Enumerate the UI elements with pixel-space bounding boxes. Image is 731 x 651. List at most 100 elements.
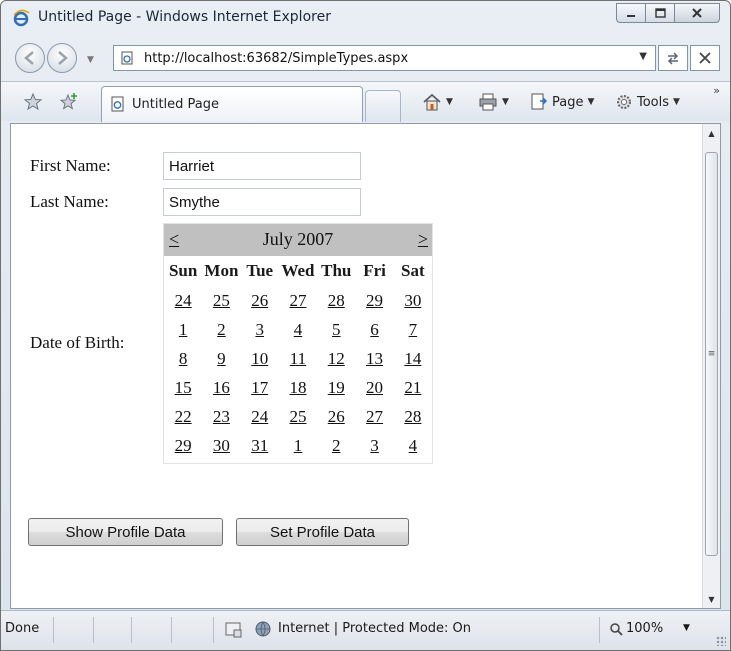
- tab-untitled-page[interactable]: Untitled Page: [101, 86, 363, 122]
- maximize-button[interactable]: [645, 3, 674, 23]
- scrollbar-thumb[interactable]: ≡: [705, 152, 718, 556]
- calendar-day-link[interactable]: 29: [175, 436, 192, 455]
- calendar-day-link[interactable]: 27: [366, 407, 383, 426]
- resize-grip[interactable]: [716, 636, 726, 646]
- calendar-day-link[interactable]: 1: [294, 436, 303, 455]
- close-window-button[interactable]: [674, 3, 720, 23]
- add-favorites-icon[interactable]: [59, 92, 79, 112]
- status-divider: [171, 617, 172, 643]
- calendar-day-link[interactable]: 27: [289, 291, 306, 310]
- calendar-day-link[interactable]: 1: [179, 320, 188, 339]
- calendar-day-link[interactable]: 26: [251, 291, 268, 310]
- calendar-day-link[interactable]: 11: [290, 349, 306, 368]
- calendar-day-link[interactable]: 18: [289, 378, 306, 397]
- calendar-week-row: 8 9 10 11 12 13 14: [164, 344, 432, 373]
- calendar-day-link[interactable]: 9: [217, 349, 226, 368]
- calendar-day-link[interactable]: 24: [251, 407, 268, 426]
- calendar-day-link[interactable]: 19: [328, 378, 345, 397]
- close-icon: [692, 8, 702, 18]
- home-dropdown-icon[interactable]: ▼: [446, 97, 453, 107]
- stop-button[interactable]: [690, 45, 720, 71]
- calendar-day-link[interactable]: 23: [213, 407, 230, 426]
- calendar-next-month-link[interactable]: >: [418, 229, 428, 250]
- address-dropdown-icon[interactable]: ▼: [639, 51, 647, 62]
- navigation-bar: ▼ http://localhost:63682/SimpleTypes.asp…: [1, 37, 730, 79]
- forward-button[interactable]: [47, 43, 77, 73]
- recent-pages-dropdown-icon[interactable]: ▼: [87, 55, 94, 65]
- calendar-day-link[interactable]: 7: [409, 320, 418, 339]
- zoom-control[interactable]: 100%: [609, 621, 663, 636]
- calendar-day-link[interactable]: 20: [366, 378, 383, 397]
- calendar-day-link[interactable]: 24: [175, 291, 192, 310]
- home-button[interactable]: ▼: [422, 91, 453, 113]
- calendar-day-link[interactable]: 16: [213, 378, 230, 397]
- zoom-dropdown-icon[interactable]: ▼: [683, 623, 690, 633]
- protected-mode-icon[interactable]: [225, 621, 243, 639]
- more-commands-chevron-icon[interactable]: »: [713, 84, 720, 97]
- new-tab-button[interactable]: [365, 90, 401, 122]
- calendar-day-link[interactable]: 4: [294, 320, 303, 339]
- browser-window: Untitled Page - Windows Internet Explore…: [0, 0, 731, 651]
- calendar-day-link[interactable]: 8: [179, 349, 188, 368]
- favorites-star-icon[interactable]: [23, 92, 43, 112]
- security-zone-text[interactable]: Internet | Protected Mode: On: [278, 621, 471, 636]
- calendar-day-link[interactable]: 26: [328, 407, 345, 426]
- last-name-input[interactable]: [163, 188, 361, 216]
- calendar-day-link[interactable]: 28: [404, 407, 421, 426]
- calendar-day-link[interactable]: 15: [175, 378, 192, 397]
- calendar-day-link[interactable]: 3: [255, 320, 264, 339]
- print-button[interactable]: ▼: [478, 91, 509, 113]
- calendar-day-link[interactable]: 31: [251, 436, 268, 455]
- calendar-day-link[interactable]: 5: [332, 320, 341, 339]
- day-header: Sun: [168, 261, 198, 280]
- address-bar[interactable]: http://localhost:63682/SimpleTypes.aspx …: [113, 45, 656, 71]
- calendar-day-link[interactable]: 22: [175, 407, 192, 426]
- calendar-day-link[interactable]: 6: [370, 320, 379, 339]
- internet-globe-icon: [255, 621, 271, 637]
- address-url: http://localhost:63682/SimpleTypes.aspx: [144, 51, 409, 66]
- page-dropdown-icon: ▼: [587, 97, 595, 107]
- first-name-input[interactable]: [163, 152, 361, 180]
- calendar-day-link[interactable]: 21: [404, 378, 421, 397]
- status-divider: [93, 617, 94, 643]
- scroll-up-arrow-icon[interactable]: ▲: [703, 124, 720, 142]
- gear-icon: [617, 95, 631, 109]
- calendar-day-link[interactable]: 3: [370, 436, 379, 455]
- calendar-week-row: 29 30 31 1 2 3 4: [164, 431, 432, 460]
- calendar-day-link[interactable]: 17: [251, 378, 268, 397]
- page-icon: [121, 51, 133, 65]
- day-header: Wed: [281, 261, 315, 280]
- minimize-button[interactable]: [616, 3, 645, 23]
- calendar-day-link[interactable]: 30: [213, 436, 230, 455]
- page-menu-icon: [531, 93, 548, 110]
- calendar-day-link[interactable]: 28: [328, 291, 345, 310]
- scroll-down-arrow-icon[interactable]: ▼: [703, 590, 720, 608]
- calendar-week-row: 15 16 17 18 19 20 21: [164, 373, 432, 402]
- show-profile-data-button[interactable]: Show Profile Data: [28, 518, 223, 546]
- calendar-day-link[interactable]: 29: [366, 291, 383, 310]
- calendar-day-link[interactable]: 2: [332, 436, 341, 455]
- refresh-button[interactable]: [658, 45, 688, 71]
- calendar-week-row: 24 25 26 27 28 29 30: [164, 286, 432, 315]
- tools-menu[interactable]: Tools ▼: [615, 91, 680, 113]
- page-icon: [111, 96, 124, 112]
- calendar-day-link[interactable]: 4: [409, 436, 418, 455]
- page-menu[interactable]: Page ▼: [530, 91, 594, 113]
- title-bar: Untitled Page - Windows Internet Explore…: [1, 1, 730, 35]
- calendar-day-link[interactable]: 12: [328, 349, 345, 368]
- window-controls: [616, 3, 720, 23]
- calendar-day-link[interactable]: 14: [404, 349, 421, 368]
- vertical-scrollbar[interactable]: ▲ ≡ ▼: [702, 124, 720, 608]
- calendar-day-link[interactable]: 25: [289, 407, 306, 426]
- set-profile-data-button[interactable]: Set Profile Data: [236, 518, 409, 546]
- forward-arrow-icon: [58, 51, 68, 65]
- calendar-day-link[interactable]: 13: [366, 349, 383, 368]
- print-dropdown-icon[interactable]: ▼: [502, 97, 509, 107]
- calendar-day-link[interactable]: 30: [404, 291, 421, 310]
- status-bar: Done Internet | Protected Mode: On 100% …: [1, 610, 730, 650]
- calendar-day-link[interactable]: 10: [251, 349, 268, 368]
- calendar-day-link[interactable]: 25: [213, 291, 230, 310]
- calendar-day-link[interactable]: 2: [217, 320, 226, 339]
- calendar-day-headers: Sun Mon Tue Wed Thu Fri Sat: [164, 256, 432, 286]
- back-button[interactable]: [15, 43, 45, 73]
